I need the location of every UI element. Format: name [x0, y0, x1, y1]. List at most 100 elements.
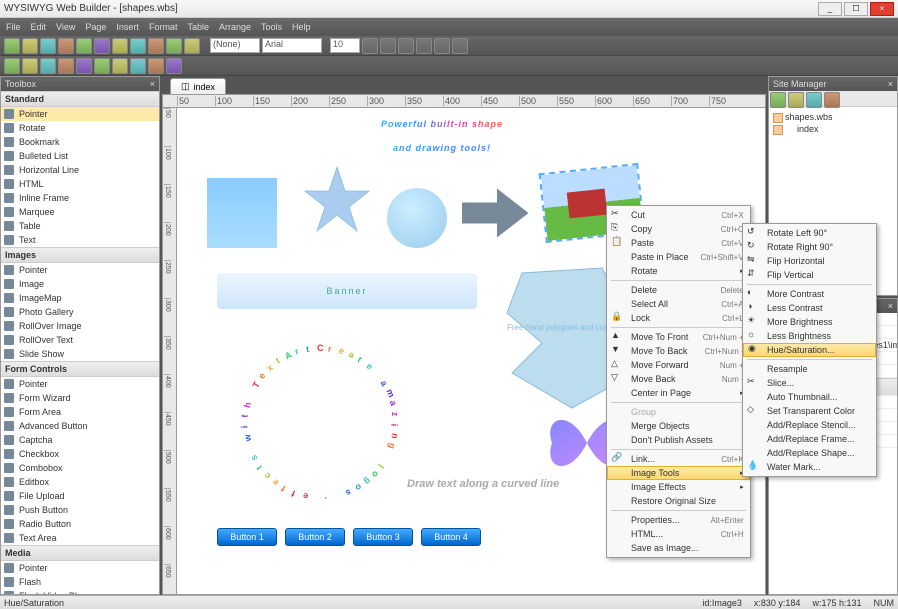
textart-icon[interactable]: [130, 58, 146, 74]
shape-circle[interactable]: [387, 188, 447, 248]
menu-item[interactable]: Add/Replace Shape...: [743, 446, 876, 460]
properties-close-icon[interactable]: ×: [888, 301, 893, 311]
curved-text[interactable]: Draw text along a curved line: [407, 478, 627, 490]
menu-item[interactable]: ▽Move BackNum -: [607, 372, 750, 386]
toolbox-item[interactable]: Pointer: [1, 377, 159, 391]
toolbox-category[interactable]: Images: [1, 247, 159, 263]
menu-item[interactable]: Select AllCtrl+A: [607, 297, 750, 311]
tool-print-icon[interactable]: [58, 38, 74, 54]
toolbox-item[interactable]: Editbox: [1, 475, 159, 489]
toolbox-close-icon[interactable]: ×: [150, 79, 155, 89]
menu-item[interactable]: HTML...Ctrl+H: [607, 527, 750, 541]
toolbox-item[interactable]: Captcha: [1, 433, 159, 447]
underline-icon[interactable]: [398, 38, 414, 54]
toolbox-item[interactable]: Flash: [1, 575, 159, 589]
menu-item[interactable]: ↺Rotate Left 90°: [743, 226, 876, 240]
site-edit-icon[interactable]: [806, 92, 822, 108]
toolbox-item[interactable]: Pointer: [1, 107, 159, 121]
tool-copy-icon[interactable]: [130, 38, 146, 54]
menu-item[interactable]: Auto Thumbnail...: [743, 390, 876, 404]
tree-page[interactable]: index: [773, 123, 893, 135]
toolbox-item[interactable]: Rotate: [1, 121, 159, 135]
menu-item[interactable]: 🔗Link...Ctrl+K: [607, 452, 750, 466]
toolbox-item[interactable]: Text: [1, 233, 159, 247]
toolbox-item[interactable]: Advanced Button: [1, 419, 159, 433]
close-button[interactable]: ×: [870, 2, 894, 16]
italic-icon[interactable]: [380, 38, 396, 54]
menu-item[interactable]: Image Tools▸: [607, 466, 750, 480]
menu-item[interactable]: 🔒LockCtrl+L: [607, 311, 750, 325]
toolbox-category[interactable]: Standard: [1, 91, 159, 107]
shape-ellipse-icon[interactable]: [40, 58, 56, 74]
menu-item[interactable]: Restore Original Size: [607, 494, 750, 508]
menu-item[interactable]: Merge Objects: [607, 419, 750, 433]
menu-item[interactable]: ▼Move To BackCtrl+Num -: [607, 344, 750, 358]
toolbox-item[interactable]: Slide Show: [1, 347, 159, 361]
shape-line-icon[interactable]: [22, 58, 38, 74]
tool-new-icon[interactable]: [4, 38, 20, 54]
toolbox-item[interactable]: Table: [1, 219, 159, 233]
tool-preview-icon[interactable]: [76, 38, 92, 54]
toolbox-item[interactable]: Pointer: [1, 263, 159, 277]
toolbox-item[interactable]: Form Wizard: [1, 391, 159, 405]
maximize-button[interactable]: ☐: [844, 2, 868, 16]
shape-callout-icon[interactable]: [112, 58, 128, 74]
menu-item[interactable]: 📋PasteCtrl+V: [607, 236, 750, 250]
tool-publish-icon[interactable]: [94, 38, 110, 54]
menu-item[interactable]: Don't Publish Assets: [607, 433, 750, 447]
menu-format[interactable]: Format: [149, 22, 178, 32]
site-delete-icon[interactable]: [788, 92, 804, 108]
shape-rectangle[interactable]: [207, 178, 277, 248]
tree-root[interactable]: shapes.wbs: [773, 111, 893, 123]
textart-circle[interactable]: Create amazing logos · effects with Text…: [217, 338, 417, 498]
menu-page[interactable]: Page: [85, 22, 106, 32]
menu-item[interactable]: ◇Set Transparent Color: [743, 404, 876, 418]
menu-file[interactable]: File: [6, 22, 21, 32]
font-size-select[interactable]: 10: [330, 38, 360, 53]
menu-item[interactable]: DeleteDelete: [607, 283, 750, 297]
menu-item[interactable]: ▲Move To FrontCtrl+Num +: [607, 330, 750, 344]
menu-item[interactable]: Rotate▸: [607, 264, 750, 278]
menu-item[interactable]: Save as Image...: [607, 541, 750, 555]
menu-help[interactable]: Help: [292, 22, 311, 32]
toolbox-item[interactable]: ImageMap: [1, 291, 159, 305]
shape-arrow[interactable]: [462, 183, 532, 245]
menu-view[interactable]: View: [56, 22, 75, 32]
menu-item[interactable]: ⇋Flip Horizontal: [743, 254, 876, 268]
ui-button[interactable]: Button 1: [217, 528, 277, 546]
tool-undo-icon[interactable]: [166, 38, 182, 54]
menu-item[interactable]: △Move ForwardNum +: [607, 358, 750, 372]
toolbox-item[interactable]: Pointer: [1, 561, 159, 575]
menu-arrange[interactable]: Arrange: [219, 22, 251, 32]
toolbox-item[interactable]: Marquee: [1, 205, 159, 219]
menu-item[interactable]: Center in Page▸: [607, 386, 750, 400]
tab-index[interactable]: ◫index: [170, 78, 226, 94]
toolbox-item[interactable]: Text Area: [1, 531, 159, 545]
menu-tools[interactable]: Tools: [261, 22, 282, 32]
site-new-icon[interactable]: [770, 92, 786, 108]
toolbox-item[interactable]: Combobox: [1, 461, 159, 475]
toolbox-item[interactable]: Image: [1, 277, 159, 291]
headline-text[interactable]: Powerful built-in shape and drawing tool…: [227, 108, 657, 156]
toolbox-item[interactable]: HTML: [1, 177, 159, 191]
tool-cut-icon[interactable]: [112, 38, 128, 54]
menu-item[interactable]: ↻Rotate Right 90°: [743, 240, 876, 254]
shape-polygon-icon[interactable]: [58, 58, 74, 74]
tool-save-icon[interactable]: [40, 38, 56, 54]
bold-icon[interactable]: [362, 38, 378, 54]
menu-item[interactable]: Paste in PlaceCtrl+Shift+V: [607, 250, 750, 264]
menu-item[interactable]: ☼Less Brightness: [743, 329, 876, 343]
toolbox-item[interactable]: Bookmark: [1, 135, 159, 149]
site-manager-close-icon[interactable]: ×: [888, 79, 893, 89]
ui-button[interactable]: Button 3: [353, 528, 413, 546]
menu-item[interactable]: Image Effects▸: [607, 480, 750, 494]
tool-redo-icon[interactable]: [184, 38, 200, 54]
menu-item[interactable]: 💧Water Mark...: [743, 460, 876, 474]
toolbox-item[interactable]: Flash Video Player: [1, 589, 159, 594]
shape-rect-icon[interactable]: [4, 58, 20, 74]
toolbox-category[interactable]: Form Controls: [1, 361, 159, 377]
tool-open-icon[interactable]: [22, 38, 38, 54]
menu-item[interactable]: ⎘CopyCtrl+C: [607, 222, 750, 236]
shape-star-icon[interactable]: [76, 58, 92, 74]
context-menu[interactable]: ✂CutCtrl+X⎘CopyCtrl+C📋PasteCtrl+VPaste i…: [606, 205, 751, 558]
